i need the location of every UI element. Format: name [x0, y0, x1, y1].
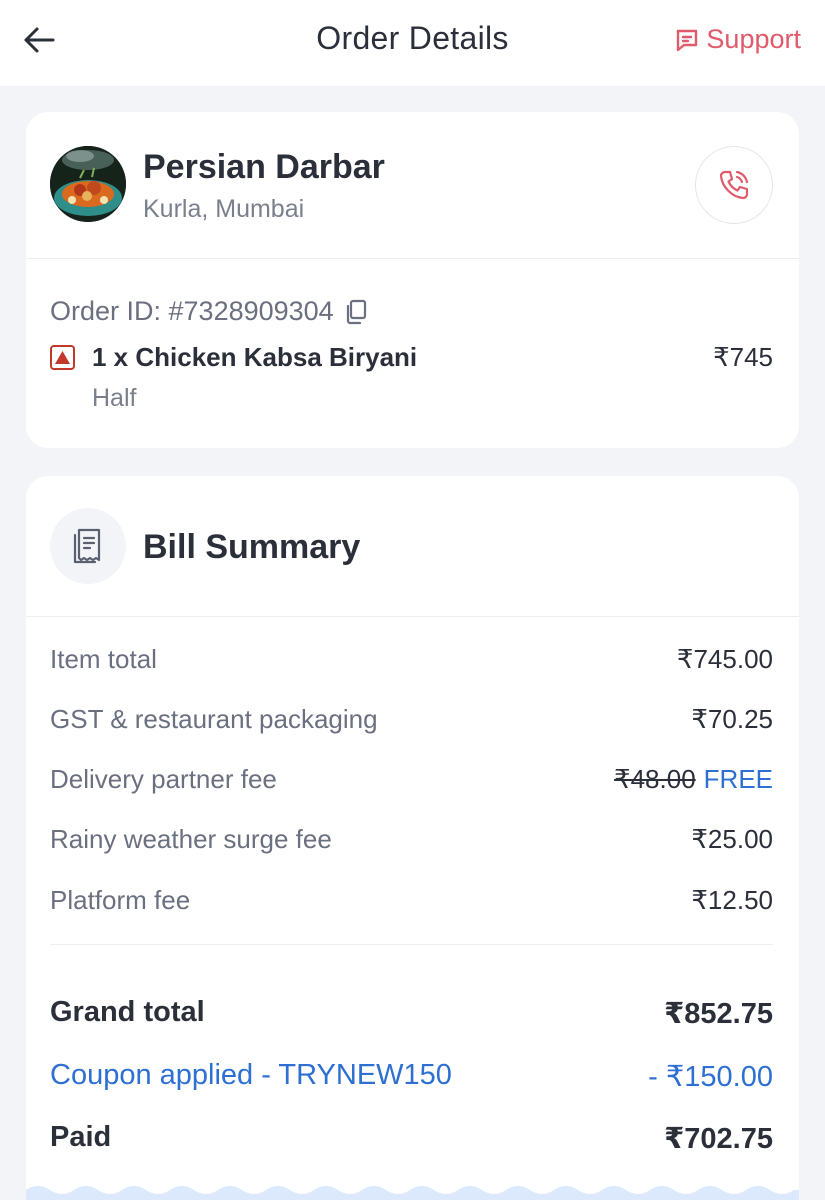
- free-badge: FREE: [703, 764, 773, 794]
- order-id-row: Order ID: #7328909304: [50, 296, 368, 327]
- receipt-icon: [73, 528, 101, 564]
- item-price: ₹745: [713, 342, 773, 372]
- non-veg-icon: [50, 345, 75, 370]
- bill-row-delivery-fee: Delivery partner fee ₹48.00 FREE: [50, 764, 773, 800]
- restaurant-card: Persian Darbar Kurla, Mumbai Order ID: #…: [26, 112, 799, 448]
- bill-value: ₹48.00 FREE: [614, 764, 773, 795]
- grand-total-label: Grand total: [50, 996, 205, 1028]
- bill-row-gst: GST & restaurant packaging ₹70.25: [50, 704, 773, 740]
- paid-value: ₹702.75: [664, 1123, 773, 1155]
- bill-summary-card: Bill Summary Item total ₹745.00 GST & re…: [26, 476, 799, 1200]
- bill-icon-container: [50, 508, 126, 584]
- phone-call-icon: [719, 170, 749, 200]
- bill-row-item-total: Item total ₹745.00: [50, 644, 773, 680]
- bill-label: Platform fee: [50, 885, 191, 915]
- bill-row-surge-fee: Rainy weather surge fee ₹25.00: [50, 824, 773, 860]
- coupon-row: Coupon applied - TRYNEW150 - ₹150.00: [50, 1059, 773, 1099]
- support-chat-icon: [677, 29, 698, 51]
- bill-value: ₹25.00: [691, 824, 773, 854]
- bill-label: Rainy weather surge fee: [50, 824, 332, 854]
- support-button[interactable]: Support: [674, 24, 801, 55]
- original-delivery-fee: ₹48.00: [614, 764, 696, 794]
- coupon-label: Coupon applied - TRYNEW150: [50, 1059, 452, 1091]
- restaurant-avatar: [50, 146, 126, 222]
- receipt-wave-edge: [26, 1186, 799, 1200]
- support-label: Support: [706, 24, 801, 54]
- grand-total-row: Grand total ₹852.75: [50, 996, 773, 1036]
- item-variant: Half: [92, 384, 137, 412]
- top-bar: Order Details Support: [0, 0, 825, 86]
- order-id: Order ID: #7328909304: [50, 296, 334, 326]
- bill-divider: [50, 944, 773, 945]
- bill-value: ₹745.00: [676, 644, 773, 674]
- restaurant-name: Persian Darbar: [143, 148, 385, 186]
- copy-icon: [346, 299, 366, 324]
- grand-total-value: ₹852.75: [664, 998, 773, 1030]
- bill-value: ₹12.50: [691, 885, 773, 915]
- bill-summary-title: Bill Summary: [143, 528, 361, 566]
- paid-row: Paid ₹702.75: [50, 1121, 773, 1161]
- call-restaurant-button[interactable]: [695, 146, 773, 224]
- card-divider: [26, 258, 799, 259]
- paid-label: Paid: [50, 1121, 112, 1153]
- bill-label: Delivery partner fee: [50, 764, 277, 794]
- restaurant-location: Kurla, Mumbai: [143, 195, 305, 223]
- card-divider: [26, 616, 799, 617]
- bill-value: ₹70.25: [691, 704, 773, 734]
- bill-label: GST & restaurant packaging: [50, 704, 378, 734]
- item-name: 1 x Chicken Kabsa Biryani: [92, 342, 418, 372]
- bill-label: Item total: [50, 644, 157, 674]
- coupon-value: - ₹150.00: [648, 1061, 773, 1093]
- copy-order-id-button[interactable]: [344, 299, 368, 325]
- order-item: 1 x Chicken Kabsa Biryani ₹745: [50, 340, 773, 374]
- bill-row-platform-fee: Platform fee ₹12.50: [50, 885, 773, 921]
